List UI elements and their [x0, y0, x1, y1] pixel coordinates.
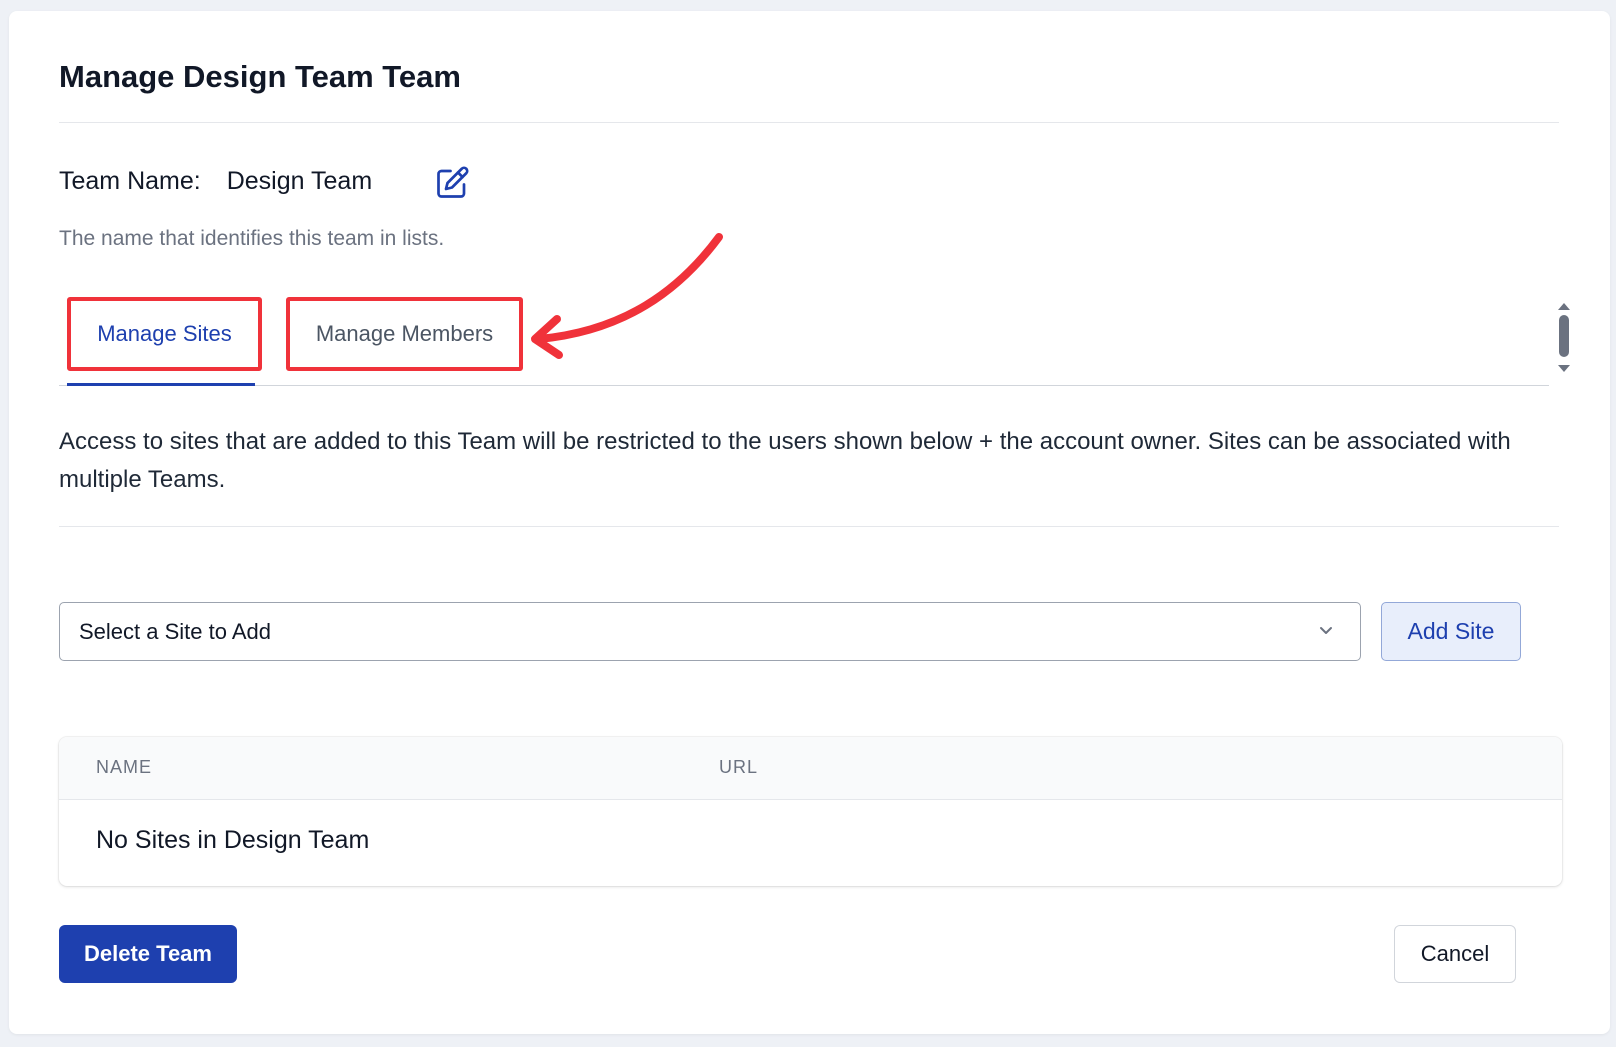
tab-bar: Manage Sites Manage Members: [59, 297, 1549, 387]
site-select-value: Select a Site to Add: [79, 618, 272, 644]
tabs-scrollbar[interactable]: [1556, 301, 1576, 379]
site-select-dropdown[interactable]: Select a Site to Add: [59, 602, 1361, 661]
table-empty-message: No Sites in Design Team: [96, 826, 370, 854]
tab-divider: [59, 385, 1549, 386]
tab-label: Manage Sites: [97, 321, 232, 346]
manage-team-modal: Manage Design Team Team Team Name: Desig…: [9, 11, 1610, 1034]
team-name-row: Team Name: Design Team: [59, 167, 372, 196]
tab-label: Manage Members: [315, 321, 494, 346]
edit-icon[interactable]: [434, 165, 470, 201]
team-name-help-text: The name that identifies this team in li…: [59, 227, 445, 250]
cancel-button[interactable]: Cancel: [1394, 925, 1516, 983]
scrollbar-thumb[interactable]: [1559, 315, 1569, 357]
scroll-up-arrow-icon[interactable]: [1558, 303, 1570, 310]
delete-team-button[interactable]: Delete Team: [59, 925, 237, 983]
team-description: Access to sites that are added to this T…: [59, 428, 1511, 493]
column-header-name: NAME: [96, 757, 153, 777]
modal-title: Manage Design Team Team: [59, 59, 461, 94]
tab-manage-members[interactable]: Manage Members: [286, 297, 523, 371]
team-name-value: Design Team: [226, 167, 373, 195]
description-divider: [59, 526, 1559, 527]
chevron-down-icon: [1320, 627, 1332, 634]
title-divider: [59, 122, 1559, 123]
sites-table: NAME URL No Sites in Design Team: [59, 737, 1562, 886]
table-header: NAME URL: [59, 737, 1562, 800]
add-site-button[interactable]: Add Site: [1381, 602, 1521, 661]
scroll-down-arrow-icon[interactable]: [1558, 365, 1570, 372]
team-name-label: Team Name:: [59, 167, 201, 195]
column-header-url: URL: [719, 757, 759, 777]
active-tab-indicator: [67, 383, 255, 386]
tab-manage-sites[interactable]: Manage Sites: [67, 297, 262, 371]
